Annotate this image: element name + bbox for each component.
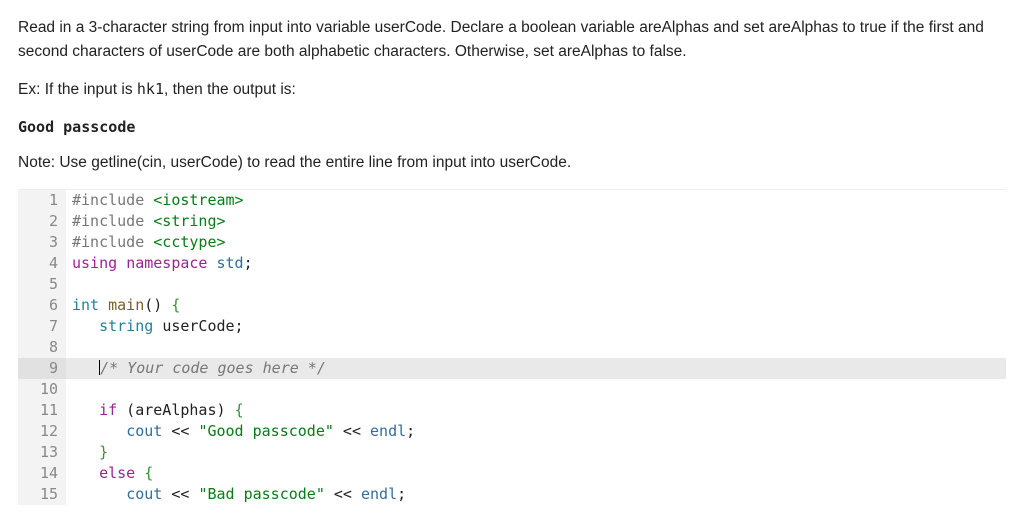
line-number: 11 (18, 400, 66, 421)
code-row[interactable]: 15 cout << "Bad passcode" << endl; (18, 484, 1006, 505)
line-number: 3 (18, 232, 66, 253)
code-content[interactable]: else { (66, 463, 1006, 484)
line-number: 12 (18, 421, 66, 442)
line-number: 15 (18, 484, 66, 505)
code-content[interactable]: #include <iostream> (66, 190, 1006, 211)
code-row[interactable]: 11 if (areAlphas) { (18, 400, 1006, 421)
prompt-paragraph-2: Ex: If the input is hk1, then the output… (18, 78, 1006, 102)
code-row[interactable]: 13 } (18, 442, 1006, 463)
code-row[interactable]: 6int main() { (18, 295, 1006, 316)
code-content[interactable]: if (areAlphas) { (66, 400, 1006, 421)
line-number: 10 (18, 379, 66, 400)
code-content[interactable] (66, 337, 1006, 358)
code-content[interactable]: #include <string> (66, 211, 1006, 232)
code-content[interactable]: cout << "Good passcode" << endl; (66, 421, 1006, 442)
code-row[interactable]: 5 (18, 274, 1006, 295)
code-content[interactable]: #include <cctype> (66, 232, 1006, 253)
code-row[interactable]: 8 (18, 337, 1006, 358)
code-row[interactable]: 12 cout << "Good passcode" << endl; (18, 421, 1006, 442)
line-number: 2 (18, 211, 66, 232)
code-row[interactable]: 7 string userCode; (18, 316, 1006, 337)
line-number: 7 (18, 316, 66, 337)
line-number: 14 (18, 463, 66, 484)
prompt-paragraph-1: Read in a 3-character string from input … (18, 16, 1006, 64)
code-content[interactable]: int main() { (66, 295, 1006, 316)
code-content[interactable]: cout << "Bad passcode" << endl; (66, 484, 1006, 505)
code-content[interactable]: using namespace std; (66, 253, 1006, 274)
code-row[interactable]: 14 else { (18, 463, 1006, 484)
line-number: 8 (18, 337, 66, 358)
line-number: 6 (18, 295, 66, 316)
prompt-note: Note: Use getline(cin, userCode) to read… (18, 151, 1006, 175)
expected-output: Good passcode (18, 116, 1006, 139)
line-number: 9 (18, 358, 66, 379)
code-row[interactable]: 2#include <string> (18, 211, 1006, 232)
code-content[interactable]: /* Your code goes here */ (66, 358, 1006, 379)
code-content[interactable] (66, 274, 1006, 295)
code-row[interactable]: 9 /* Your code goes here */ (18, 358, 1006, 379)
code-content[interactable] (66, 379, 1006, 400)
line-number: 13 (18, 442, 66, 463)
code-content[interactable]: string userCode; (66, 316, 1006, 337)
line-number: 5 (18, 274, 66, 295)
code-content[interactable]: } (66, 442, 1006, 463)
code-row[interactable]: 10 (18, 379, 1006, 400)
code-row[interactable]: 1#include <iostream> (18, 190, 1006, 211)
line-number: 4 (18, 253, 66, 274)
code-row[interactable]: 4using namespace std; (18, 253, 1006, 274)
problem-statement: Read in a 3-character string from input … (18, 16, 1006, 175)
code-editor[interactable]: 1#include <iostream>2#include <string>3#… (18, 189, 1006, 505)
line-number: 1 (18, 190, 66, 211)
code-row[interactable]: 3#include <cctype> (18, 232, 1006, 253)
